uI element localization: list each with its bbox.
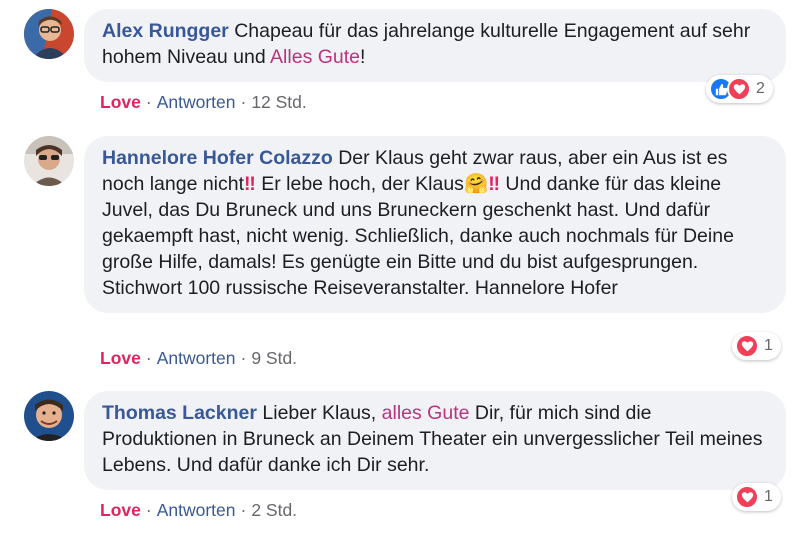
avatar[interactable] bbox=[24, 391, 74, 441]
avatar[interactable] bbox=[24, 9, 74, 59]
reaction-badge[interactable]: 1 bbox=[732, 332, 781, 360]
reaction-badge[interactable]: 1 bbox=[732, 483, 781, 511]
reaction-badge[interactable]: 2 bbox=[706, 75, 773, 103]
comment-text: Er lebe hoch, der Klaus bbox=[255, 173, 464, 195]
comment-author[interactable]: Hannelore Hofer Colazzo bbox=[102, 147, 333, 169]
separator: · bbox=[145, 500, 152, 520]
highlighted-text: Alles Gute bbox=[270, 46, 361, 68]
comment-bubble: Hannelore Hofer Colazzo Der Klaus geht z… bbox=[84, 136, 786, 313]
separator: · bbox=[145, 92, 152, 112]
reaction-count: 1 bbox=[764, 337, 773, 354]
highlighted-text: alles Gute bbox=[381, 402, 470, 424]
comment-actions: Love · Antworten · 9 Std. bbox=[100, 348, 297, 369]
separator: · bbox=[240, 348, 247, 368]
comment-bubble: Alex Rungger Chapeau für das jahrelange … bbox=[84, 9, 786, 82]
reply-link[interactable]: Antworten bbox=[157, 92, 236, 112]
timestamp[interactable]: 2 Std. bbox=[251, 500, 297, 520]
love-button[interactable]: Love bbox=[100, 348, 141, 368]
separator: · bbox=[240, 500, 247, 520]
reply-link[interactable]: Antworten bbox=[157, 348, 236, 368]
avatar[interactable] bbox=[24, 136, 74, 186]
comment-author[interactable]: Thomas Lackner bbox=[102, 402, 257, 424]
double-exclamation-emoji: ‼ bbox=[488, 173, 500, 195]
hugging-face-emoji: 🤗 bbox=[463, 173, 489, 195]
double-exclamation-emoji: ‼ bbox=[244, 173, 256, 195]
heart-icon bbox=[735, 334, 759, 358]
timestamp[interactable]: 12 Std. bbox=[251, 92, 306, 112]
heart-icon bbox=[735, 485, 759, 509]
comment-text: ! bbox=[360, 46, 366, 68]
comment-text: Lieber Klaus, bbox=[262, 402, 382, 424]
separator: · bbox=[240, 92, 247, 112]
reaction-count: 1 bbox=[764, 488, 773, 505]
separator: · bbox=[145, 348, 152, 368]
love-button[interactable]: Love bbox=[100, 92, 141, 112]
reply-link[interactable]: Antworten bbox=[157, 500, 236, 520]
comment-bubble: Thomas Lackner Lieber Klaus, alles Gute … bbox=[84, 391, 786, 490]
comment-author[interactable]: Alex Rungger bbox=[102, 20, 229, 42]
comment-actions: Love · Antworten · 2 Std. bbox=[100, 500, 297, 521]
comment-actions: Love · Antworten · 12 Std. bbox=[100, 92, 307, 113]
heart-icon bbox=[727, 77, 751, 101]
reaction-count: 2 bbox=[756, 80, 765, 97]
timestamp[interactable]: 9 Std. bbox=[251, 348, 297, 368]
love-button[interactable]: Love bbox=[100, 500, 141, 520]
